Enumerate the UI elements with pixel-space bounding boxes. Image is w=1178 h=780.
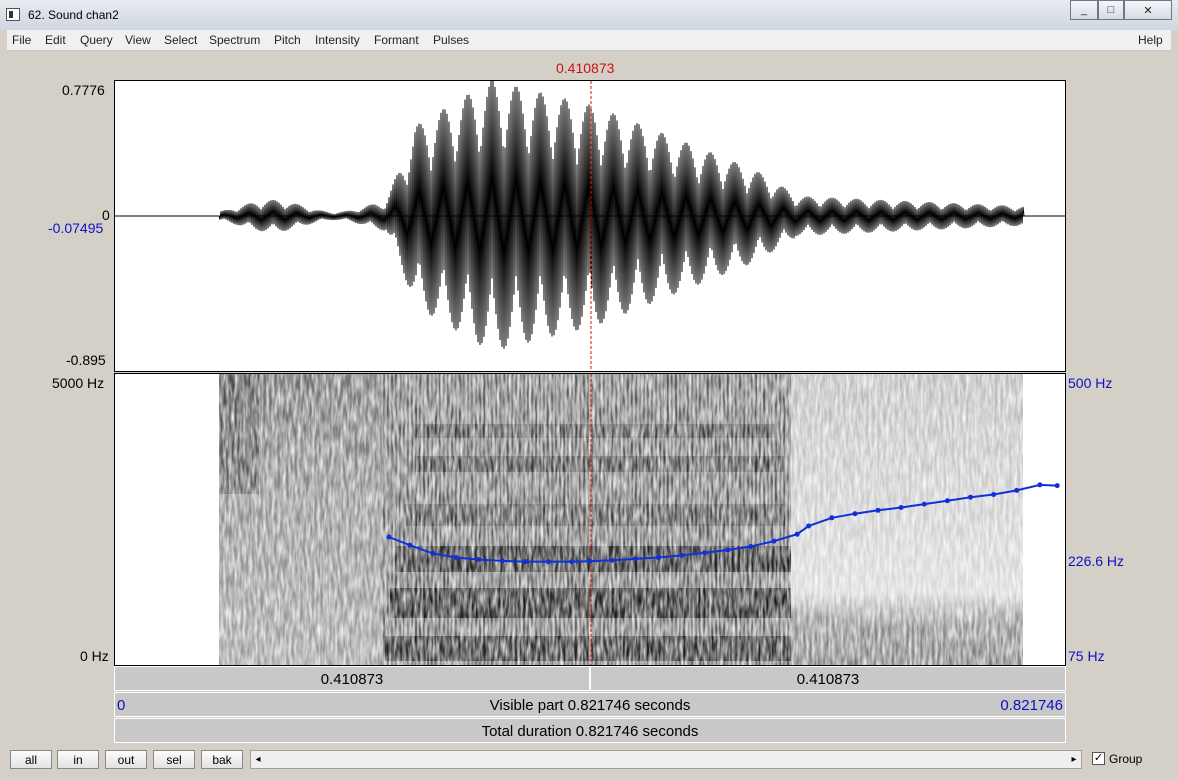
pitch-point <box>829 515 835 521</box>
maximize-button[interactable]: □ <box>1098 0 1124 20</box>
pitch-point <box>1037 482 1043 488</box>
pitch-point <box>1054 483 1060 489</box>
pitch-cursor-label: 226.6 Hz <box>1068 553 1125 569</box>
title-bar: 62. Sound chan2 _ □ ✕ <box>0 0 1178 30</box>
zoom-back-button[interactable]: bak <box>201 750 243 769</box>
menu-query[interactable]: Query <box>80 33 113 47</box>
menu-file[interactable]: File <box>12 33 31 47</box>
spectrogram-plot <box>219 374 1060 665</box>
menu-formant[interactable]: Formant <box>374 33 419 47</box>
pitch-point <box>852 511 858 517</box>
pitch-point <box>968 494 973 500</box>
pitch-point <box>453 555 459 560</box>
cursor-time-label: 0.410873 <box>556 60 615 76</box>
visible-end-time: 0.821746 <box>1000 697 1063 714</box>
pitch-top-label: 500 Hz <box>1068 375 1113 391</box>
window-frame-edge <box>1171 30 1178 780</box>
pitch-point <box>921 501 927 507</box>
spectrogram-panel[interactable] <box>114 373 1066 666</box>
horizontal-scrollbar[interactable]: ◂ ▸ <box>250 750 1082 769</box>
menu-pulses[interactable]: Pulses <box>433 33 469 47</box>
menu-bar: File Edit Query View Select Spectrum Pit… <box>7 30 1171 51</box>
pitch-point <box>655 555 661 560</box>
pitch-point <box>794 531 800 537</box>
pitch-point <box>499 558 505 564</box>
minimize-button[interactable]: _ <box>1070 0 1098 20</box>
pitch-point <box>522 559 528 565</box>
cursor-left-time: 0.410873 <box>320 671 384 688</box>
scroll-left-icon[interactable]: ◂ <box>251 751 265 768</box>
menu-select[interactable]: Select <box>164 33 197 47</box>
waveform-min-label: -0.895 <box>66 352 106 368</box>
pitch-point <box>1014 487 1020 493</box>
pitch-point <box>569 559 575 565</box>
spectrogram-bottom-label: 0 Hz <box>80 648 109 664</box>
scroll-right-icon[interactable]: ▸ <box>1067 751 1081 768</box>
group-checkbox[interactable]: ✓ <box>1092 752 1105 765</box>
pitch-point <box>944 498 950 504</box>
pitch-point <box>632 556 638 562</box>
pitch-bottom-label: 75 Hz <box>1068 648 1105 664</box>
pitch-point <box>702 550 708 556</box>
pitch-point <box>679 552 684 558</box>
pitch-point <box>587 558 593 564</box>
pitch-point <box>609 557 615 563</box>
group-label: Group <box>1109 752 1143 766</box>
zoom-in-button[interactable]: in <box>57 750 99 769</box>
cursor-left-segment[interactable]: 0.410873 <box>114 666 590 691</box>
pitch-point <box>476 557 482 563</box>
menu-intensity[interactable]: Intensity <box>315 33 360 47</box>
total-duration-text: Total duration 0.821746 seconds <box>481 723 699 740</box>
pitch-point <box>430 550 436 556</box>
menu-help[interactable]: Help <box>1138 33 1163 47</box>
visible-part-text: Visible part 0.821746 seconds <box>489 697 691 714</box>
close-button[interactable]: ✕ <box>1124 0 1172 20</box>
pitch-point <box>407 542 413 548</box>
cursor-right-segment[interactable]: 0.410873 <box>590 666 1066 691</box>
window-title: 62. Sound chan2 <box>28 8 119 22</box>
waveform-cursor-value-label: -0.07495 <box>48 220 104 236</box>
app-icon <box>6 8 20 21</box>
pitch-point <box>748 544 754 549</box>
pitch-point <box>546 559 551 565</box>
pitch-point <box>386 534 392 540</box>
menu-pitch[interactable]: Pitch <box>274 33 301 47</box>
cursor-right-time: 0.410873 <box>796 671 860 688</box>
view-all-button[interactable]: all <box>10 750 52 769</box>
pitch-point <box>771 538 777 544</box>
menu-spectrum[interactable]: Spectrum <box>209 33 260 47</box>
total-duration-bar[interactable]: Total duration 0.821746 seconds <box>114 718 1066 743</box>
waveform-trace <box>115 79 1064 349</box>
zoom-out-button[interactable]: out <box>105 750 147 769</box>
pitch-point <box>725 547 731 553</box>
visible-part-bar[interactable]: 0 Visible part 0.821746 seconds 0.821746 <box>114 692 1066 717</box>
waveform-max-label: 0.7776 <box>62 82 105 98</box>
pitch-point <box>898 505 904 510</box>
pitch-point <box>806 523 812 529</box>
visible-start-time: 0 <box>117 697 126 714</box>
zoom-selection-button[interactable]: sel <box>153 750 195 769</box>
spectrogram-grain <box>219 374 1023 665</box>
pitch-point <box>875 507 881 513</box>
pitch-point <box>991 492 997 497</box>
menu-edit[interactable]: Edit <box>45 33 66 47</box>
waveform-panel[interactable] <box>114 79 1066 372</box>
menu-view[interactable]: View <box>125 33 151 47</box>
waveform-plot <box>115 79 1065 371</box>
spectrogram-top-label: 5000 Hz <box>52 375 105 391</box>
